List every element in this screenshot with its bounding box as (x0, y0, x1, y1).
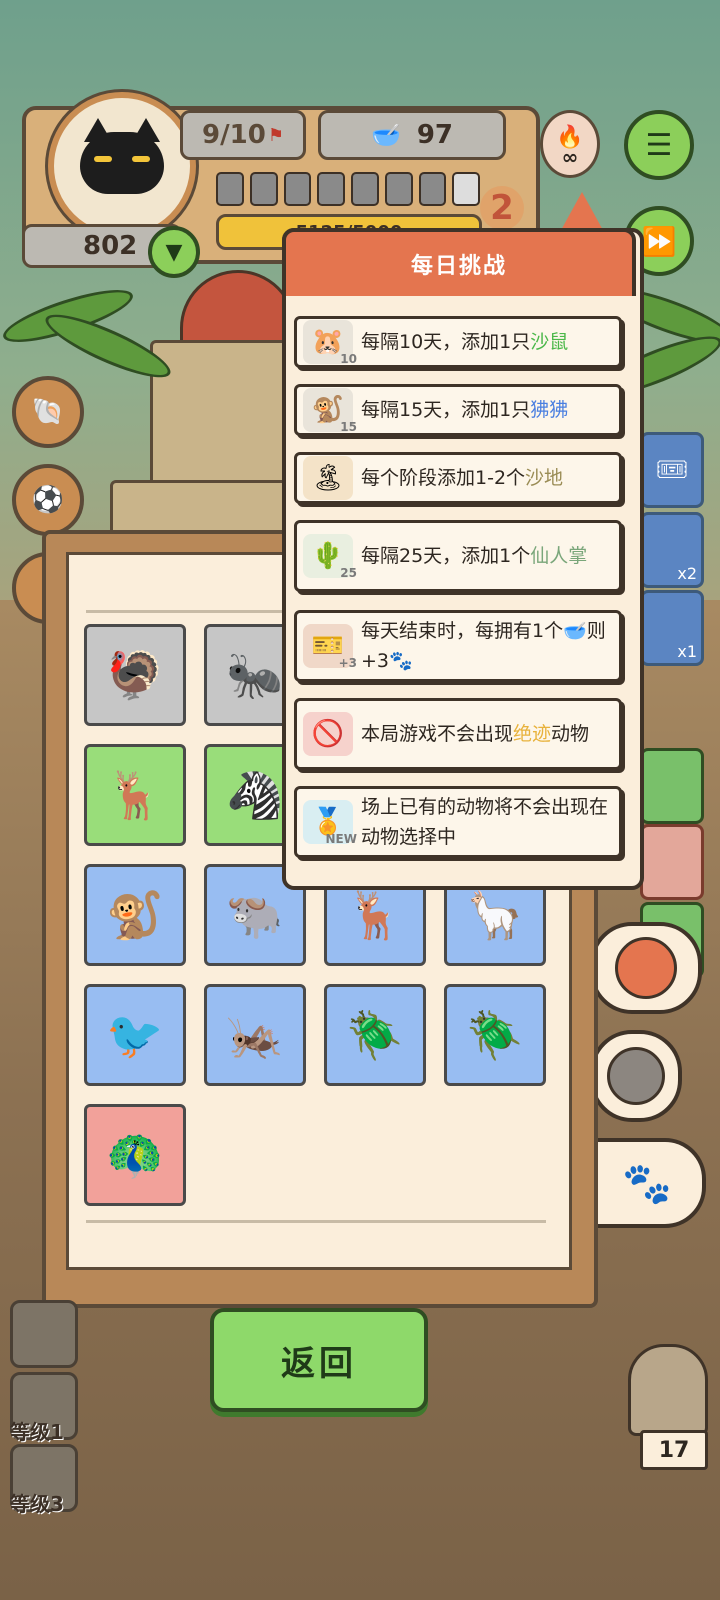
rule-badge: 25 (340, 566, 357, 580)
mantis-icon: 🦗 (226, 1007, 284, 1062)
firefly-2-icon: 🪲 (466, 1007, 524, 1062)
score-text: 802 (83, 231, 138, 261)
popup-pointer (560, 192, 604, 232)
ant-icon: 🐜 (226, 647, 284, 702)
rule-text: 每个阶段添加1-2个沙地 (361, 467, 564, 489)
food-display: 🥣 97 (318, 110, 506, 160)
paw-icon: 🐾 (622, 1160, 672, 1207)
rule-highlight: 沙鼠 (530, 331, 569, 353)
rule-text: 场上已有的动物将不会出现在动物选择中 (361, 796, 609, 848)
rule-text: 本局游戏不会出现绝迹动物 (361, 723, 590, 745)
challenge-rule-6: 🚫 本局游戏不会出现绝迹动物 (294, 698, 622, 770)
rule-badge: +3 (338, 656, 357, 670)
level-badge: 2 (480, 186, 524, 230)
item-slot-feather[interactable] (640, 824, 704, 900)
tab-paw-button[interactable]: 🐾 (588, 1138, 706, 1228)
zebra-icon: 🦓 (226, 767, 284, 822)
player-avatar[interactable] (48, 92, 196, 240)
magpie-icon: 🐦 (106, 1007, 164, 1062)
challenge-rule-4: 🌵 25 每隔25天，添加1个仙人掌 (294, 520, 622, 592)
item-slot-green-ticket[interactable] (640, 748, 704, 824)
baboon-tile[interactable]: 🐒 (84, 864, 186, 966)
no-extinct-icon: 🚫 (303, 712, 353, 756)
level-label-1: 等级1 (10, 1420, 64, 1444)
food-count-text: 97 (416, 120, 454, 150)
cactus-icon: 🌵 25 (303, 534, 357, 580)
item-count-2: x1 (677, 642, 697, 661)
owl-avatar[interactable] (628, 1344, 708, 1436)
tab-animal-button[interactable] (590, 1030, 682, 1122)
return-button[interactable]: 返回 (210, 1308, 428, 1412)
new-badge-icon: 🏅 NEW (303, 800, 357, 846)
level-label-3: 等级3 (10, 1492, 64, 1516)
challenge-rule-1: 🐹 10 每隔10天，添加1只沙鼠 (294, 316, 622, 368)
side-shell-button[interactable]: 🐚 (12, 376, 84, 448)
gazelle-icon: 🦌 (106, 767, 164, 822)
board-bottom-divider (86, 1220, 546, 1223)
firefly-1-icon: 🪲 (346, 1007, 404, 1062)
mantis-tile[interactable]: 🦗 (204, 984, 306, 1086)
peacock-icon: 🦚 (106, 1127, 164, 1182)
firefly-tile-1[interactable]: 🪲 (324, 984, 426, 1086)
rule-highlight: 仙人掌 (530, 545, 588, 567)
firefly-tile-2[interactable]: 🪲 (444, 984, 546, 1086)
ticket-icon: 🎟 (655, 455, 689, 485)
gerbil-icon: 🐹 10 (303, 320, 357, 366)
paw-coin-icon: 🐾 (389, 650, 413, 672)
turkey-icon: 🦃 (106, 647, 164, 702)
rule-highlight: 沙地 (525, 467, 564, 489)
heart-down-icon[interactable]: ▼ (148, 226, 200, 278)
exp-segments (216, 172, 480, 206)
item-slot-shoe[interactable]: x2 (640, 512, 704, 588)
animal-silhouette-icon (607, 1047, 665, 1105)
challenge-rule-2: 🐒 15 每隔15天，添加1只狒狒 (294, 384, 622, 436)
rule-text: 每隔15天，添加1只狒狒 (361, 399, 569, 421)
gazelle-tile[interactable]: 🦌 (84, 744, 186, 846)
baboon-icon: 🐒 (106, 887, 164, 942)
item-count-1: x2 (677, 564, 697, 583)
level-chip-0[interactable] (10, 1300, 78, 1368)
rule-text: 每隔10天，添加1只沙鼠 (361, 331, 569, 353)
food-ticket-icon: 🎫 +3 (303, 624, 357, 670)
rule-text: 每天结束时，每拥有1个🥣则+3🐾 (361, 620, 606, 672)
item-slot-ring[interactable]: x1 (640, 590, 704, 666)
challenge-rule-7: 🏅 NEW 场上已有的动物将不会出现在动物选择中 (294, 786, 622, 858)
alpaca-icon: 🦙 (466, 887, 524, 942)
food-bowl-icon: 🥣 (370, 121, 401, 149)
challenge-rule-3: 🏝 每个阶段添加1-2个沙地 (294, 452, 622, 504)
tab-food-button[interactable] (590, 922, 702, 1014)
side-ball-button[interactable]: ⚽ (12, 464, 84, 536)
musk-ox-icon: 🐃 (226, 887, 284, 942)
owl-count: 17 (640, 1430, 708, 1470)
black-cat-icon (80, 118, 164, 194)
food-bowl-icon: 🥣 (563, 620, 587, 642)
rule-badge: 15 (340, 420, 357, 434)
infinity-text: ∞ (561, 144, 579, 169)
sand-shovel-icon: 🏝 (303, 456, 353, 500)
menu-button[interactable]: ☰ (624, 110, 694, 180)
magpie-tile[interactable]: 🐦 (84, 984, 186, 1086)
item-slot-ticket[interactable]: 🎟 (640, 432, 704, 508)
flag-icon: ⚑ (267, 124, 284, 146)
fire-infinity-icon[interactable]: 🔥 ∞ (540, 110, 600, 178)
popup-title: 每日挑战 (282, 228, 636, 296)
turkey-tile[interactable]: 🦃 (84, 624, 186, 726)
elk-icon: 🦌 (346, 887, 404, 942)
rule-badge: 10 (340, 352, 357, 366)
rule-highlight: 绝迹 (513, 723, 552, 745)
peacock-tile[interactable]: 🦚 (84, 1104, 186, 1206)
baboon-icon: 🐒 15 (303, 388, 357, 434)
challenge-rule-5: 🎫 +3 每天结束时，每拥有1个🥣则+3🐾 (294, 610, 622, 682)
rule-text: 每隔25天，添加1个仙人掌 (361, 545, 588, 567)
food-sack-icon (615, 937, 677, 999)
rule-highlight: 狒狒 (530, 399, 569, 421)
rule-badge: NEW (325, 832, 357, 846)
round-progress-display: 9/10 ⚑ (180, 110, 306, 160)
round-progress-text: 9/10 (202, 120, 266, 150)
